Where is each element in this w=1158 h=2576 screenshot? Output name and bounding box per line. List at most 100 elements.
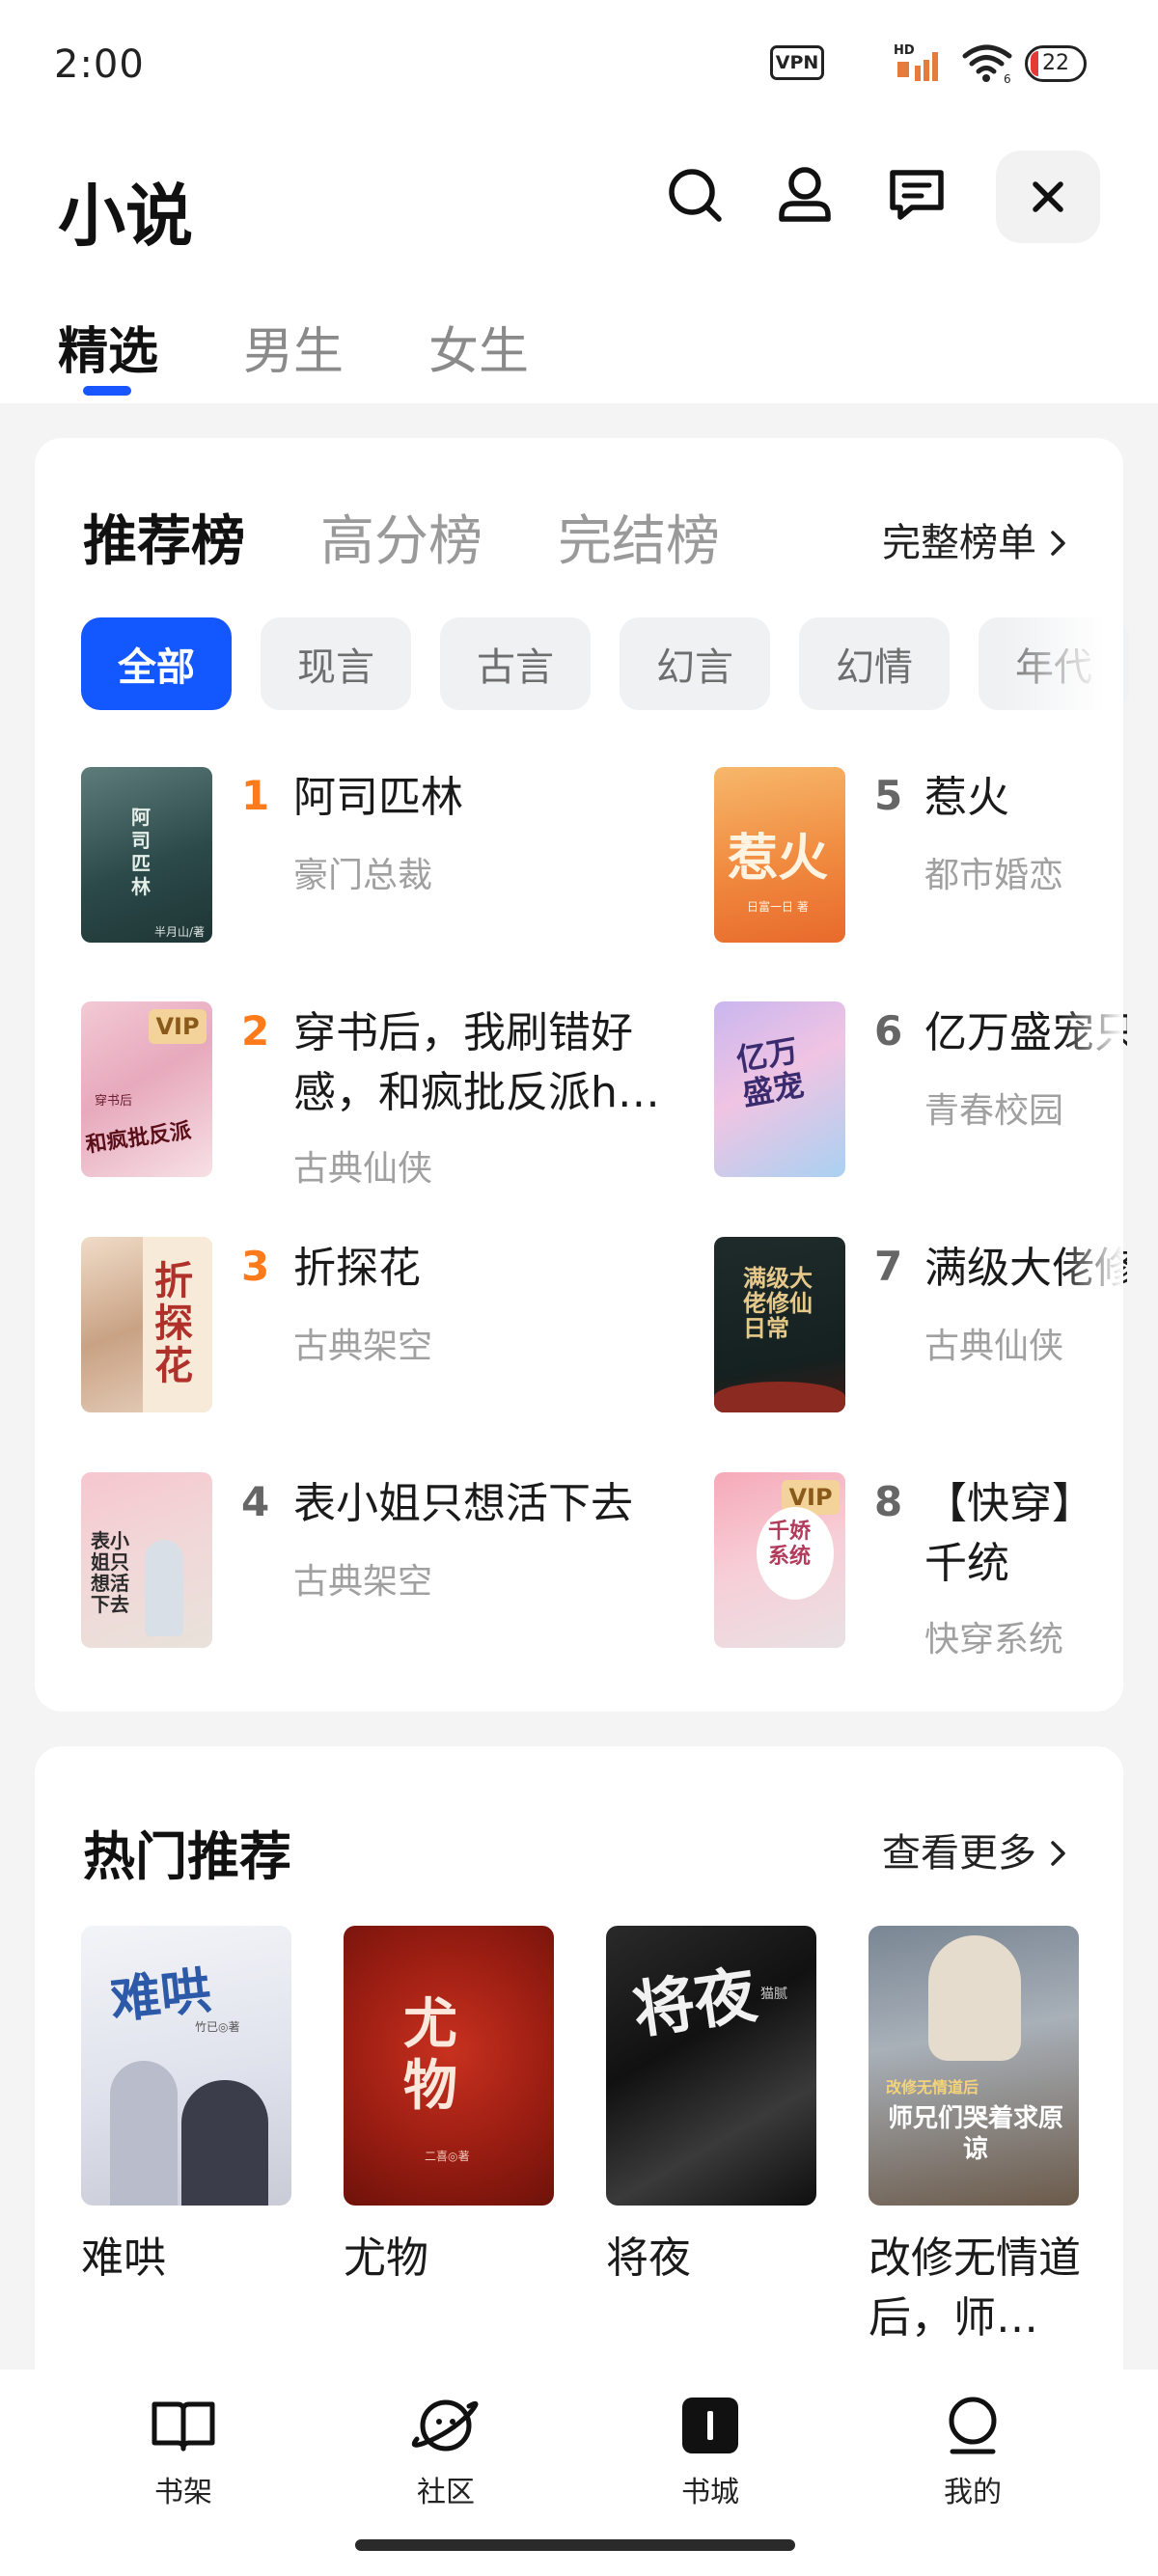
book-title[interactable]: 阿司匹林 xyxy=(293,768,660,828)
cover-author: 半月山/著 xyxy=(154,925,206,939)
ranking-scroll-fade xyxy=(1062,753,1123,1679)
search-icon xyxy=(669,169,722,222)
nav-label: 社区 xyxy=(417,2476,475,2509)
full-ranking-link[interactable]: 完整榜单 xyxy=(882,511,1068,567)
hot-section-title: 热门推荐 xyxy=(83,1826,291,1887)
chip-modern-romance[interactable]: 现言 xyxy=(261,617,411,710)
tab-male[interactable]: 男生 xyxy=(243,311,344,383)
cover-subtitle: 穿书后 xyxy=(95,1094,133,1109)
cover-author: 二喜◎著 xyxy=(425,2150,470,2163)
message-button[interactable] xyxy=(886,164,948,226)
book-name[interactable]: 改修无情道后，师… xyxy=(868,2229,1085,2348)
active-tab-indicator xyxy=(83,386,131,396)
nav-bookshelf[interactable]: 书架 xyxy=(116,2391,251,2510)
cover-title: 亿万盛宠 xyxy=(733,1031,808,1113)
tab-featured[interactable]: 精选 xyxy=(58,311,158,383)
book-genre: 古典仙侠 xyxy=(924,1327,1064,1366)
ranking-tab-recommended[interactable]: 推荐榜 xyxy=(83,498,245,576)
wifi-icon: 6 xyxy=(962,44,1012,85)
book-cover[interactable]: 亿万盛宠 xyxy=(714,1001,845,1177)
book-cover[interactable]: 表小姐只想活下去 xyxy=(81,1472,212,1648)
profile-icon xyxy=(949,2397,997,2454)
vip-badge: VIP xyxy=(149,1009,207,1044)
battery-fill xyxy=(1031,51,1038,76)
cover-title: 和疯批反派 xyxy=(84,1117,193,1158)
see-more-link[interactable]: 查看更多 xyxy=(882,1822,1068,1877)
rank-number: 2 xyxy=(241,1007,270,1055)
nav-label: 书城 xyxy=(681,2476,739,2509)
book-cover[interactable]: 将夜 猫腻 xyxy=(606,1926,816,2206)
store-icon xyxy=(682,2398,738,2453)
nav-community[interactable]: 社区 xyxy=(378,2391,513,2510)
cover-title: 师兄们哭着求原谅 xyxy=(887,2104,1063,2164)
home-indicator[interactable] xyxy=(355,2539,795,2551)
wifi-sub-label: 6 xyxy=(1004,72,1011,85)
ranking-tab-completed[interactable]: 完结榜 xyxy=(558,498,720,576)
cover-title: 惹火 xyxy=(728,829,829,888)
cover-title: 千娇系统 xyxy=(768,1519,812,1569)
nav-profile[interactable]: 我的 xyxy=(905,2391,1040,2510)
cover-title: 阿司匹林 xyxy=(131,806,151,898)
vpn-icon: VPN xyxy=(770,45,824,80)
chevron-right-icon xyxy=(1050,531,1065,556)
book-cover[interactable]: VIP 千娇系统 xyxy=(714,1472,845,1648)
book-cover[interactable]: 难哄 竹已◎著 xyxy=(81,1926,291,2206)
rank-number: 8 xyxy=(874,1478,903,1525)
book-name[interactable]: 难哄 xyxy=(81,2229,297,2288)
book-genre: 古典架空 xyxy=(293,1562,433,1602)
cellular-signal-icon: HD xyxy=(894,43,938,81)
battery-icon: 22 xyxy=(1025,45,1087,82)
close-icon xyxy=(1033,181,1063,212)
tab-female[interactable]: 女生 xyxy=(428,311,529,383)
status-time: 2:00 xyxy=(54,42,145,87)
book-cover[interactable]: 满级大佬修仙日常 xyxy=(714,1237,845,1412)
book-title[interactable]: 折探花 xyxy=(293,1239,660,1299)
rank-number: 4 xyxy=(241,1478,270,1525)
book-genre: 青春校园 xyxy=(924,1091,1064,1131)
book-cover[interactable]: 折探花 xyxy=(81,1237,212,1412)
cover-author: 猫腻 xyxy=(760,1987,787,2002)
book-cover[interactable]: 阿司匹林 半月山/著 xyxy=(81,767,212,943)
book-cover[interactable]: 尤物 二喜◎著 xyxy=(344,1926,554,2206)
user-icon xyxy=(779,167,831,222)
book-icon xyxy=(152,2401,215,2452)
chip-all[interactable]: 全部 xyxy=(81,617,232,710)
message-icon xyxy=(890,170,944,220)
book-title[interactable]: 穿书后，我刷错好感，和疯批反派h… xyxy=(293,1003,662,1123)
book-name[interactable]: 将夜 xyxy=(606,2229,822,2288)
nav-label: 我的 xyxy=(944,2476,1002,2509)
book-genre: 古典架空 xyxy=(293,1327,433,1366)
see-more-label: 查看更多 xyxy=(882,1831,1036,1876)
book-cover[interactable]: 惹火 日富一日 著 xyxy=(714,767,845,943)
chip-ancient-romance[interactable]: 古言 xyxy=(440,617,591,710)
chevron-right-icon xyxy=(1050,1841,1065,1866)
close-button[interactable] xyxy=(996,151,1100,243)
book-cover[interactable]: 改修无情道后 师兄们哭着求原谅 xyxy=(868,1926,1079,2206)
cover-author: 竹已◎著 xyxy=(195,2020,240,2034)
chip-fantasy-love[interactable]: 幻情 xyxy=(799,617,950,710)
rank-number: 3 xyxy=(241,1243,270,1290)
rank-number: 1 xyxy=(241,772,270,819)
rank-number: 7 xyxy=(874,1243,903,1290)
chip-fantasy-romance[interactable]: 幻言 xyxy=(620,617,770,710)
book-name[interactable]: 尤物 xyxy=(344,2229,560,2288)
book-genre: 古典仙侠 xyxy=(293,1149,433,1189)
planet-icon xyxy=(411,2399,479,2452)
hd-label: HD xyxy=(894,43,915,58)
cover-title: 表小姐只想活下去 xyxy=(91,1529,129,1616)
book-cover[interactable]: VIP 穿书后 和疯批反派 xyxy=(81,1001,212,1177)
book-genre: 都市婚恋 xyxy=(924,856,1064,895)
search-button[interactable] xyxy=(664,164,726,226)
page-title: 小说 xyxy=(58,177,193,256)
account-button[interactable] xyxy=(774,164,836,226)
book-title[interactable]: 表小姐只想活下去 xyxy=(293,1474,660,1534)
cover-title: 折探花 xyxy=(154,1258,193,1388)
cover-title: 尤物 xyxy=(403,1992,457,2118)
nav-bookstore[interactable]: 书城 xyxy=(643,2391,778,2510)
chip-scroll-fade xyxy=(1004,608,1123,720)
ranking-tab-high-score[interactable]: 高分榜 xyxy=(320,498,482,576)
cover-author: 日富一日 著 xyxy=(747,900,809,914)
cover-title: 满级大佬修仙日常 xyxy=(743,1264,813,1342)
book-genre: 豪门总裁 xyxy=(293,856,433,895)
full-ranking-label: 完整榜单 xyxy=(882,521,1036,565)
